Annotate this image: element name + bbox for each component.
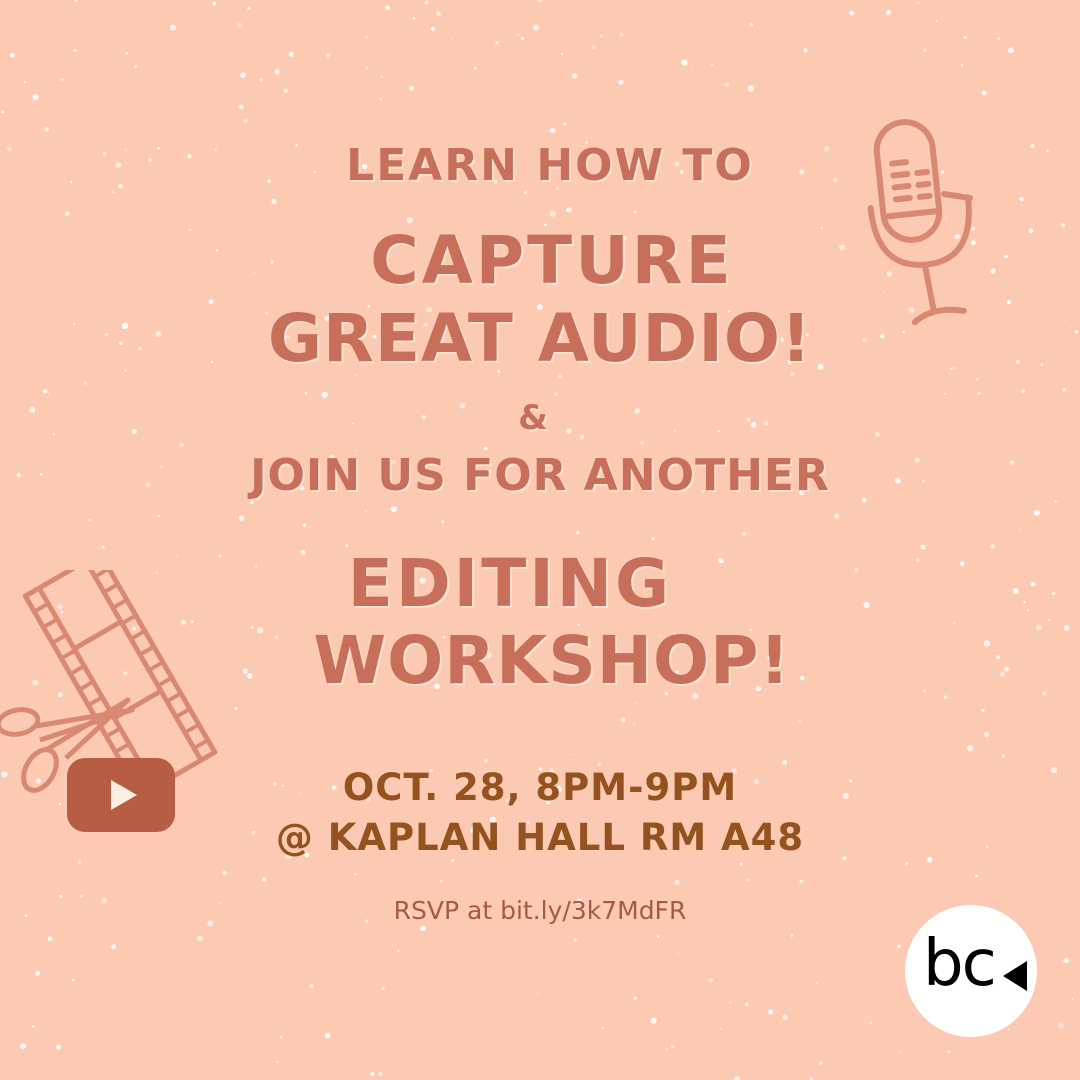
subline: JOIN US FOR ANOTHER	[250, 450, 830, 501]
event-poster: LEARN HOW TO CAPTURE GREAT AUDIO! & JOIN…	[0, 0, 1080, 1080]
logo-arrow-icon	[1003, 961, 1027, 991]
logo-text: bc	[923, 927, 997, 1001]
play-button-icon	[67, 758, 175, 832]
rsvp-link[interactable]: RSVP at bit.ly/3k7MdFR	[0, 896, 1080, 925]
organization-logo: bc	[905, 905, 1037, 1037]
microphone-icon	[867, 119, 973, 326]
ampersand: &	[518, 398, 550, 438]
